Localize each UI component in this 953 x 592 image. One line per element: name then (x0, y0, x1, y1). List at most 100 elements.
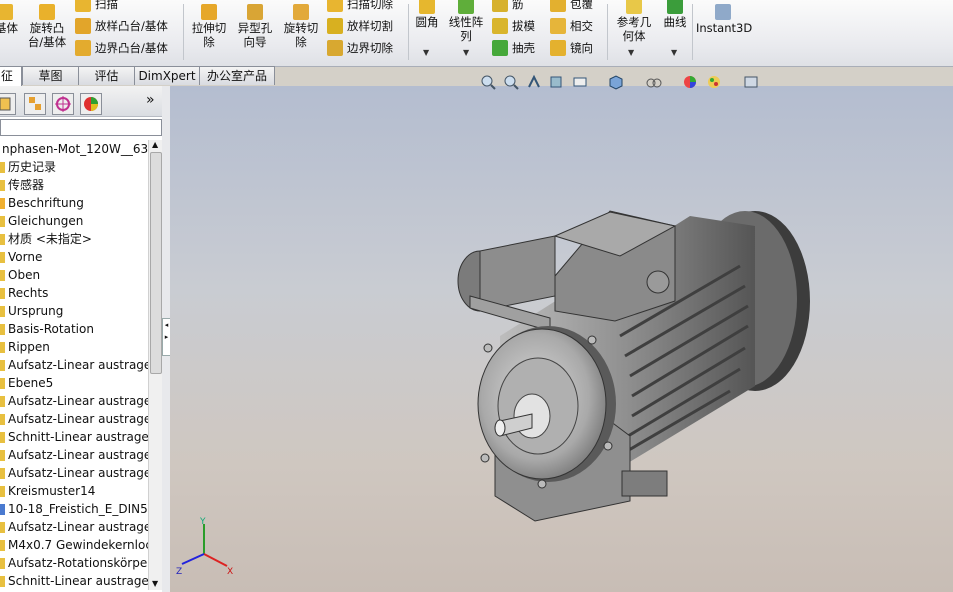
feature-tree-item[interactable]: Aufsatz-Linear austragen (0, 518, 148, 536)
sweep-cut-button[interactable]: 扫描切除 (327, 0, 393, 13)
configuration-manager-tab-icon[interactable] (52, 93, 74, 115)
feature-tree-item[interactable]: 10-18_Freistich_E_DIN50 (0, 500, 148, 518)
feature-tree-item[interactable]: Kreismuster14 (0, 482, 148, 500)
panel-toolbar: » (0, 86, 162, 117)
draft-button[interactable]: 拔模 (492, 17, 535, 35)
graphics-area[interactable]: Y X Z (170, 74, 953, 592)
hole-wizard-button[interactable]: 异型孔向导 (234, 4, 276, 49)
tab-features[interactable]: 征 (0, 66, 22, 86)
feature-icon (0, 522, 5, 533)
feature-icon (0, 558, 5, 569)
scroll-down-arrow[interactable]: ▼ (152, 579, 158, 588)
rib-button[interactable]: 筋 (492, 0, 524, 13)
sweep-cut-icon (327, 0, 343, 12)
feature-tree-item[interactable]: Ursprung (0, 302, 148, 320)
tab-sketch[interactable]: 草图 (22, 66, 79, 85)
pattern-dropdown-arrow[interactable]: ▼ (463, 48, 469, 57)
feature-tree-item[interactable]: 历史记录 (0, 158, 148, 176)
intersect-icon (550, 18, 566, 34)
scroll-up-arrow[interactable]: ▲ (152, 140, 158, 149)
reference-geometry-button[interactable]: 参考几何体 (613, 0, 655, 43)
feature-tree-item[interactable]: Beschriftung (0, 194, 148, 212)
linear-pattern-icon (458, 0, 474, 14)
display-manager-tab-icon[interactable] (80, 93, 102, 115)
ribbon-separator (408, 4, 409, 60)
feature-icon (0, 576, 5, 587)
x-axis-label: X (227, 567, 233, 577)
feature-icon (0, 324, 5, 335)
mirror-button[interactable]: 镜向 (550, 39, 593, 57)
curves-dropdown-arrow[interactable]: ▼ (671, 48, 677, 57)
feature-icon (0, 198, 5, 209)
revolve-cut-button[interactable]: 旋转切除 (280, 4, 322, 49)
feature-icon (0, 270, 5, 281)
boundary-boss-button[interactable]: 边界凸台/基体 (75, 39, 168, 57)
feature-icon (0, 234, 5, 245)
hole-wizard-icon (247, 4, 263, 20)
extrude-boss-button[interactable]: 凸台/基体 (0, 4, 18, 35)
fillet-button[interactable]: 圆角 (412, 0, 442, 29)
loft-cut-button[interactable]: 放样切割 (327, 17, 393, 35)
revolve-cut-icon (293, 4, 309, 20)
feature-icon (0, 396, 5, 407)
feature-tree-item[interactable]: Schnitt-Linear austragen (0, 428, 148, 446)
feature-tree-item[interactable]: Aufsatz-Linear austragen (0, 446, 148, 464)
revolve-boss-icon (39, 4, 55, 20)
extrude-cut-button[interactable]: 拉伸切除 (188, 4, 230, 49)
feature-tree-item[interactable]: Aufsatz-Linear austragen (0, 464, 148, 482)
tree-root-part[interactable]: nphasen-Mot_120W__63_ (0, 140, 148, 158)
feature-icon (0, 378, 5, 389)
sweep-button[interactable]: 扫描 (75, 0, 118, 13)
feature-tree-item[interactable]: Aufsatz-Rotationskörper (0, 554, 148, 572)
motor-3d-model[interactable] (170, 86, 953, 592)
tab-evaluate[interactable]: 评估 (78, 66, 135, 85)
fillet-dropdown-arrow[interactable]: ▼ (423, 48, 429, 57)
shell-button[interactable]: 抽壳 (492, 39, 535, 57)
curves-icon (667, 0, 683, 14)
ribbon-separator (183, 4, 184, 60)
feature-manager-tab-icon[interactable] (0, 93, 16, 115)
feature-icon (0, 432, 5, 443)
scrollbar-thumb[interactable] (150, 152, 162, 374)
ref-geometry-dropdown-arrow[interactable]: ▼ (628, 48, 634, 57)
feature-tree-item[interactable]: 传感器 (0, 176, 148, 194)
feature-tree-item[interactable]: Ebene5 (0, 374, 148, 392)
boundary-cut-button[interactable]: 边界切除 (327, 39, 393, 57)
intersect-button[interactable]: 相交 (550, 17, 593, 35)
loft-boss-button[interactable]: 放样凸台/基体 (75, 17, 168, 35)
tree-scrollbar[interactable]: ▲ ▼ (148, 140, 162, 590)
feature-tree-item[interactable]: 材质 <未指定> (0, 230, 148, 248)
feature-icon (0, 342, 5, 353)
boundary-cut-icon (327, 40, 343, 56)
mirror-icon (550, 40, 566, 56)
curves-button[interactable]: 曲线 (660, 0, 690, 29)
property-manager-tab-icon[interactable] (24, 93, 46, 115)
expand-panel-button[interactable]: » (146, 92, 155, 108)
capacitor-body (479, 235, 556, 312)
revolve-boss-button[interactable]: 旋转凸台/基体 (24, 4, 70, 49)
feature-tree-item[interactable]: Rechts (0, 284, 148, 302)
feature-tree-item[interactable]: Rippen (0, 338, 148, 356)
boundary-boss-icon (75, 40, 91, 56)
feature-icon (0, 252, 5, 263)
instant3d-button[interactable]: Instant3D (696, 4, 752, 35)
z-axis-label: Z (176, 567, 182, 577)
feature-tree-item[interactable]: Gleichungen (0, 212, 148, 230)
wrap-button[interactable]: 包覆 (550, 0, 593, 13)
linear-pattern-button[interactable]: 线性阵列 (446, 0, 486, 43)
feature-tree-item[interactable]: Oben (0, 266, 148, 284)
feature-tree-item[interactable]: Vorne (0, 248, 148, 266)
feature-icon (0, 504, 5, 515)
feature-tree-item[interactable]: Schnitt-Linear austragen (0, 572, 148, 590)
axis-triad: Y X Z (176, 517, 233, 577)
feature-tree-item[interactable]: Aufsatz-Linear austragen (0, 410, 148, 428)
feature-tree-item[interactable]: M4x0.7 Gewindekernloc (0, 536, 148, 554)
rib-icon (492, 0, 508, 12)
panel-splitter[interactable]: ◂ ▸ (162, 86, 171, 592)
wrap-icon (550, 0, 566, 12)
tree-filter-input[interactable] (0, 119, 162, 136)
feature-tree-item[interactable]: Aufsatz-Linear austragen (0, 392, 148, 410)
feature-tree-item[interactable]: Aufsatz-Linear austragen (0, 356, 148, 374)
feature-tree-item[interactable]: Basis-Rotation (0, 320, 148, 338)
feature-icon (0, 162, 5, 173)
